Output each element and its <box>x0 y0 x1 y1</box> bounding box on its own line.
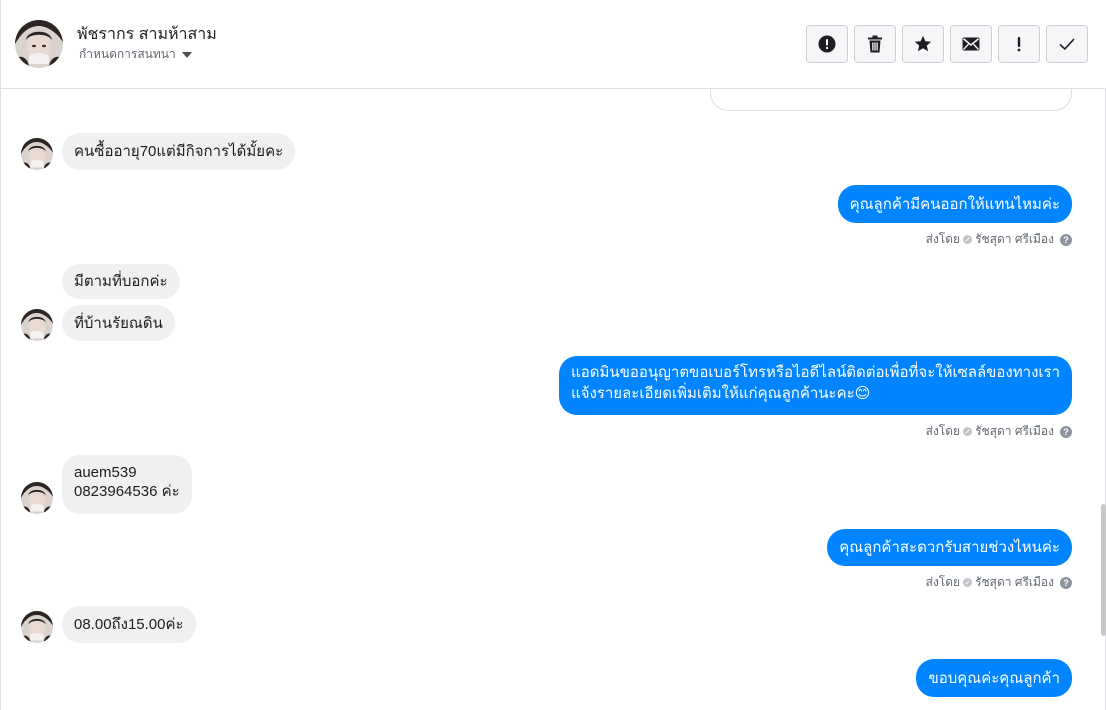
outgoing-message[interactable]: คุณลูกค้ามีคนออกให้แทนไหมค่ะ <box>837 185 1072 223</box>
mark-important-button[interactable] <box>998 25 1040 63</box>
conversation-settings-label: กำหนดการสนทนา <box>79 47 176 61</box>
help-icon[interactable]: ? <box>1060 425 1072 438</box>
agent-badge-icon <box>963 235 973 244</box>
agent-badge-icon <box>963 427 973 436</box>
conversation-toolbar <box>806 25 1088 63</box>
message-thread: คนซื้ออายุ70แต่มีกิจการได้มั้ยคะ คุณลูกค… <box>1 89 1106 710</box>
star-icon <box>914 35 932 52</box>
sent-by-line: ส่งโดย รัชสุดา ศรีเมือง ? <box>926 422 1072 441</box>
thread-scrollbar[interactable] <box>1101 504 1106 636</box>
sent-by-line: ส่งโดย รัชสุดา ศรีเมือง ? <box>926 573 1072 592</box>
contact-avatar-small <box>21 611 53 643</box>
conversation-header: พัชรากร สามห้าสาม กำหนดการสนทนา <box>1 0 1106 89</box>
message-line: auem539 <box>74 464 137 481</box>
delete-button[interactable] <box>854 25 896 63</box>
sent-by-label: ส่งโดย <box>925 424 961 438</box>
incoming-message[interactable]: auem539 0823964536 ค่ะ <box>62 455 192 514</box>
sent-by-label: ส่งโดย <box>925 575 961 589</box>
incoming-message[interactable]: มีตามที่บอกค่ะ <box>62 264 180 299</box>
mark-done-button[interactable] <box>1046 25 1088 63</box>
outgoing-message[interactable]: ขอบคุณค่ะคุณลูกค้า <box>916 659 1072 697</box>
envelope-icon <box>962 37 980 51</box>
incoming-message[interactable]: ที่บ้านรัยณดิน <box>62 305 175 341</box>
contact-avatar-small <box>21 482 53 514</box>
inbox-conversation-panel: พัชรากร สามห้าสาม กำหนดการสนทนา คนซื้ออา… <box>0 0 1106 710</box>
mark-unread-button[interactable] <box>950 25 992 63</box>
report-spam-button[interactable] <box>806 25 848 63</box>
checkmark-icon <box>1059 38 1075 51</box>
message-line: 0823964536 ค่ะ <box>74 483 180 500</box>
sent-by-label: ส่งโดย <box>925 232 961 246</box>
contact-name[interactable]: พัชรากร สามห้าสาม <box>77 22 217 47</box>
caret-down-icon <box>181 52 192 58</box>
trash-icon <box>868 35 882 53</box>
sent-by-line: ส่งโดย รัชสุดา ศรีเมือง ? <box>926 230 1072 249</box>
contact-avatar-small <box>21 309 53 341</box>
help-icon[interactable]: ? <box>1060 576 1072 589</box>
star-button[interactable] <box>902 25 944 63</box>
contact-avatar-small <box>21 138 53 170</box>
incoming-message[interactable]: คนซื้ออายุ70แต่มีกิจการได้มั้ยคะ <box>62 133 296 170</box>
sent-by-agent: รัชสุดา ศรีเมือง <box>975 575 1054 589</box>
sent-by-agent: รัชสุดา ศรีเมือง <box>975 232 1054 246</box>
agent-badge-icon <box>963 578 973 587</box>
conversation-settings-dropdown[interactable]: กำหนดการสนทนา <box>79 45 192 64</box>
incoming-message[interactable]: 08.00ถึง15.00ค่ะ <box>62 606 196 643</box>
contact-avatar[interactable] <box>15 20 63 68</box>
sent-by-agent: รัชสุดา ศรีเมือง <box>975 424 1054 438</box>
outgoing-message[interactable]: แอดมินขออนุญาตขอเบอร์โทรหรือไอดีไลน์ติดต… <box>559 356 1072 415</box>
exclamation-circle-icon <box>818 35 836 53</box>
previous-message-card <box>710 89 1072 111</box>
exclamation-icon <box>1017 37 1021 52</box>
message-line: แอดมินขออนุญาตขอเบอร์โทรหรือไอดีไลน์ติดต… <box>571 364 1060 381</box>
help-icon[interactable]: ? <box>1060 233 1072 246</box>
message-line: แจ้งรายละเอียดเพิ่มเติมให้แก่คุณลูกค้านะ… <box>571 385 871 402</box>
outgoing-message[interactable]: คุณลูกค้าสะดวกรับสายช่วงไหนค่ะ <box>827 529 1072 566</box>
